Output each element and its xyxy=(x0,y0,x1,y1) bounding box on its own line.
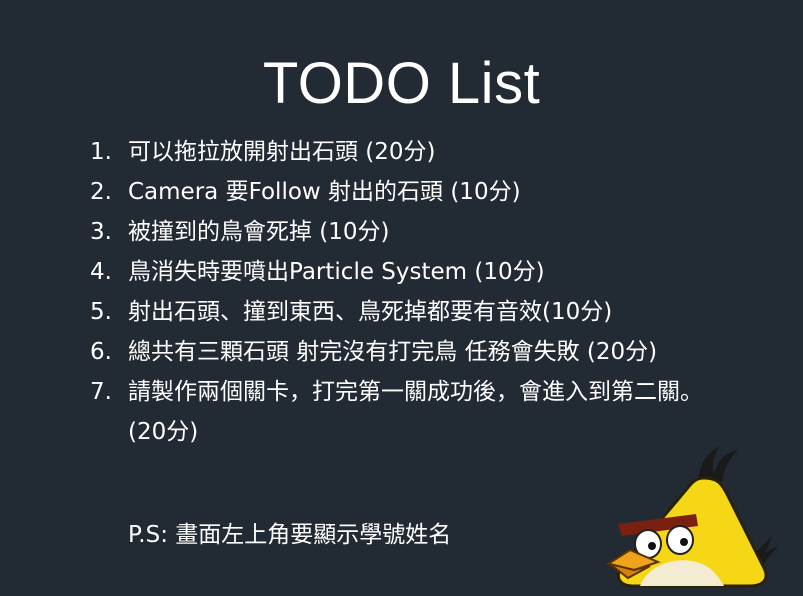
slide-title: TODO List xyxy=(262,51,541,116)
ps-note: P.S: 畫面左上角要顯示學號姓名 xyxy=(128,522,452,548)
list-item: 1. 可以拖拉放開射出石頭 (20分) xyxy=(90,132,730,172)
list-item: 3. 被撞到的鳥會死掉 (10分) xyxy=(90,212,730,252)
item-text: Camera 要Follow 射出的石頭 (10分) xyxy=(128,179,521,205)
item-text: 鳥消失時要噴出Particle System (10分) xyxy=(128,259,545,285)
item-number: 7. xyxy=(90,379,112,405)
list-item: 5. 射出石頭、撞到東西、鳥死掉都要有音效(10分) xyxy=(90,292,730,332)
item-text: 被撞到的鳥會死掉 (10分) xyxy=(128,219,390,245)
yellow-angry-bird-icon xyxy=(605,446,778,588)
list-item: 2. Camera 要Follow 射出的石頭 (10分) xyxy=(90,172,730,212)
item-text: 總共有三顆石頭 射完沒有打完鳥 任務會失敗 (20分) xyxy=(128,339,658,365)
item-text: 可以拖拉放開射出石頭 (20分) xyxy=(128,139,436,165)
slide: TODO List 1. 可以拖拉放開射出石頭 (20分) 2. Camera … xyxy=(0,0,803,596)
item-number: 2. xyxy=(90,179,112,205)
item-number: 4. xyxy=(90,259,112,285)
item-number: 3. xyxy=(90,219,112,245)
item-number: 6. xyxy=(90,339,112,365)
todo-list: 1. 可以拖拉放開射出石頭 (20分) 2. Camera 要Follow 射出… xyxy=(90,132,730,452)
item-number: 5. xyxy=(90,299,112,325)
list-item: 4. 鳥消失時要噴出Particle System (10分) xyxy=(90,252,730,292)
list-item: 6. 總共有三顆石頭 射完沒有打完鳥 任務會失敗 (20分) xyxy=(90,332,730,372)
item-text: 射出石頭、撞到東西、鳥死掉都要有音效(10分) xyxy=(128,299,613,325)
item-number: 1. xyxy=(90,139,112,165)
